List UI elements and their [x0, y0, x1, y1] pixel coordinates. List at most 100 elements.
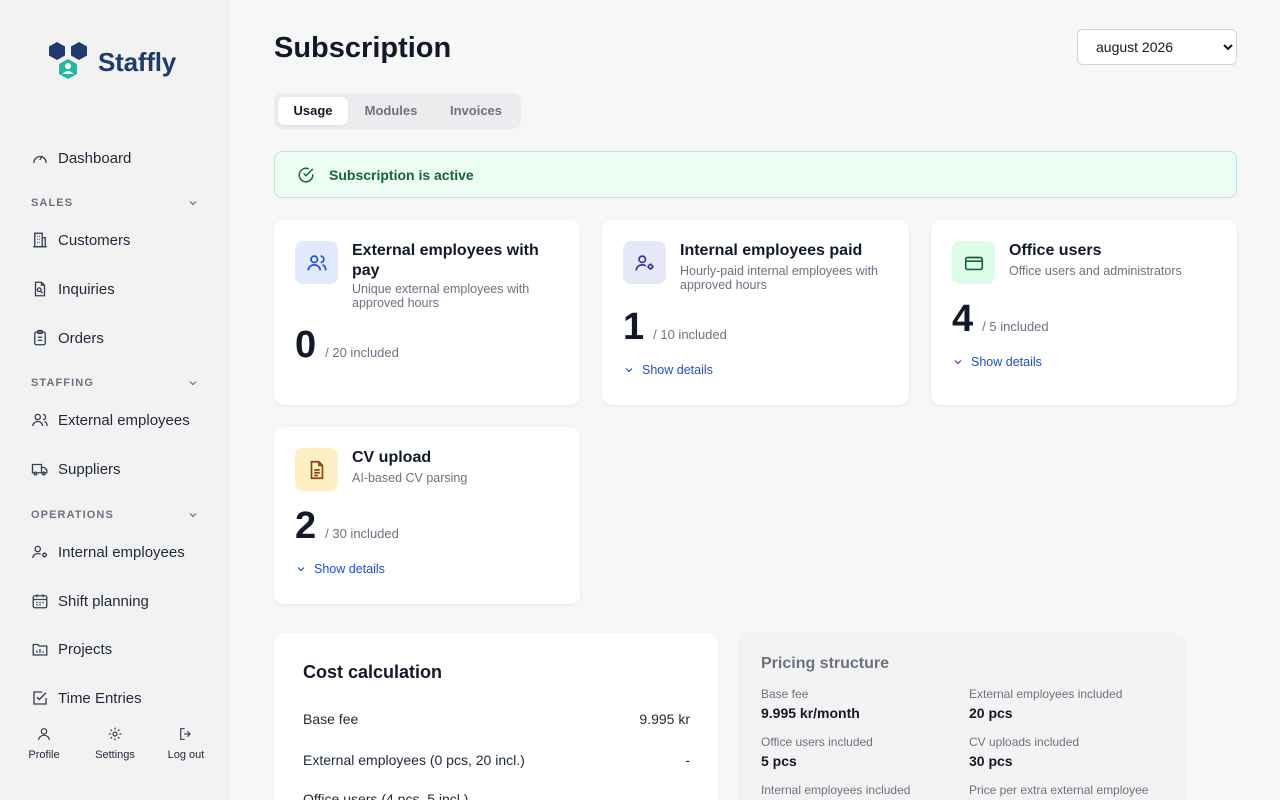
sidebar-item-label: Projects — [58, 640, 113, 658]
usage-card-internal-employees: Internal employees paid Hourly-paid inte… — [602, 220, 909, 405]
building-icon — [31, 231, 49, 249]
sidebar-item-label: Time Entries — [58, 689, 142, 707]
usage-card-office-users: Office users Office users and administra… — [931, 220, 1237, 405]
logout-icon — [180, 728, 191, 740]
pricing-item-value: 9.995 kr/month — [761, 705, 860, 721]
app-name: Staffly — [98, 46, 177, 77]
section-label: STAFFING — [31, 377, 94, 389]
sidebar-item-label: Shift planning — [58, 592, 149, 610]
usage-included: / 20 included — [325, 345, 399, 360]
logout-button[interactable]: Log out — [151, 726, 221, 761]
credit-card-icon — [952, 241, 995, 284]
show-details-button[interactable]: Show details — [295, 562, 385, 576]
sidebar-item-orders[interactable]: Orders — [31, 326, 104, 350]
card-subtitle: Office users and administrators — [1009, 264, 1182, 278]
chevron-down-icon — [189, 381, 197, 386]
tab-invoices[interactable]: Invoices — [436, 97, 516, 125]
show-details-label: Show details — [314, 562, 385, 576]
usage-count: 4 — [952, 298, 974, 340]
pricing-item: External employees included 20 pcs — [969, 687, 1122, 721]
sidebar-item-label: Dashboard — [58, 149, 132, 167]
usage-included: / 10 included — [653, 327, 727, 342]
show-details-button[interactable]: Show details — [623, 363, 713, 377]
usage-value: 2 / 30 included — [295, 505, 399, 548]
pricing-item: Price per extra external employee — [969, 783, 1148, 800]
sidebar-item-inquiries[interactable]: Inquiries — [31, 277, 115, 301]
pricing-item-label: Base fee — [761, 687, 809, 701]
sidebar-item-label: Suppliers — [58, 460, 121, 478]
sidebar-item-label: Customers — [58, 231, 131, 249]
pricing-item-label: CV uploads included — [969, 735, 1080, 749]
sidebar-item-suppliers[interactable]: Suppliers — [31, 457, 121, 481]
pricing-item-value: 30 pcs — [969, 753, 1013, 769]
sidebar-item-external-employees[interactable]: External employees — [31, 408, 190, 432]
page-title: Subscription — [274, 32, 452, 64]
chevron-down-icon — [297, 567, 305, 572]
sidebar-item-dashboard[interactable]: Dashboard — [31, 146, 131, 170]
card-title: Office users — [1009, 242, 1102, 259]
app-logo[interactable]: Staffly — [46, 40, 176, 84]
pricing-item: Internal employees included — [761, 783, 910, 800]
section-label: SALES — [31, 197, 74, 209]
usage-card-external-employees: External employees with pay Unique exter… — [274, 220, 580, 405]
section-label: OPERATIONS — [31, 509, 114, 521]
tab-usage[interactable]: Usage — [278, 97, 348, 125]
calendar-icon — [31, 592, 49, 610]
card-title: External employees with pay — [352, 242, 539, 279]
cost-row-label: External employees (0 pcs, 20 incl.) — [303, 752, 525, 768]
sidebar-item-projects[interactable]: Projects — [31, 637, 112, 661]
card-subtitle: Unique external employees with approved … — [352, 282, 530, 310]
gauge-icon — [31, 149, 49, 167]
pricing-item-label: Internal employees included — [761, 783, 911, 797]
sidebar-item-shift-planning[interactable]: Shift planning — [31, 589, 149, 613]
section-toggle-operations[interactable]: OPERATIONS — [31, 509, 199, 521]
chevron-down-icon — [189, 201, 197, 206]
subscription-status-alert: Subscription is active — [274, 151, 1237, 198]
user-icon — [38, 728, 50, 741]
pricing-item: Office users included 5 pcs — [761, 735, 873, 769]
profile-label: Profile — [28, 749, 60, 761]
pricing-item-label: Office users included — [761, 735, 873, 749]
section-toggle-staffing[interactable]: STAFFING — [31, 377, 199, 389]
pricing-item-label: Price per extra external employee — [969, 783, 1149, 797]
card-subtitle: Hourly-paid internal employees with appr… — [680, 264, 879, 292]
usage-value: 0 / 20 included — [295, 324, 399, 367]
sidebar-item-internal-employees[interactable]: Internal employees — [31, 540, 185, 564]
gear-icon — [108, 727, 122, 741]
users-icon — [295, 241, 338, 284]
chevron-down-icon — [625, 368, 633, 373]
usage-count: 0 — [295, 324, 317, 366]
pricing-item: Base fee 9.995 kr/month — [761, 687, 860, 721]
cost-title: Cost calculation — [303, 662, 443, 682]
show-details-label: Show details — [642, 363, 713, 377]
section-toggle-sales[interactable]: SALES — [31, 197, 199, 209]
settings-button[interactable]: Settings — [80, 726, 150, 761]
show-details-button[interactable]: Show details — [952, 355, 1042, 369]
profile-button[interactable]: Profile — [9, 726, 79, 761]
chevron-down-icon — [189, 513, 197, 518]
card-title: CV upload — [352, 449, 432, 466]
card-title: Internal employees paid — [680, 242, 863, 259]
document-icon — [295, 448, 338, 491]
month-select[interactable]: august 2026 — [1077, 29, 1237, 65]
pricing-item-label: External employees included — [969, 687, 1123, 701]
usage-included: / 30 included — [325, 526, 399, 541]
folder-chart-icon — [31, 640, 49, 658]
sidebar-item-label: Orders — [58, 329, 104, 347]
clipboard-icon — [31, 329, 49, 347]
cost-row-value: 9.995 kr — [639, 711, 690, 727]
sidebar-item-label: External employees — [58, 411, 190, 429]
sidebar-item-label: Inquiries — [58, 280, 115, 298]
sidebar-item-time-entries[interactable]: Time Entries — [31, 686, 142, 710]
pricing-item-value: 5 pcs — [761, 753, 797, 769]
usage-value: 1 / 10 included — [623, 306, 727, 349]
chevron-down-icon — [954, 360, 962, 365]
tab-modules[interactable]: Modules — [354, 97, 428, 125]
settings-label: Settings — [95, 749, 135, 761]
usage-count: 2 — [295, 505, 317, 547]
usage-included: / 5 included — [982, 319, 1049, 334]
user-cog-icon — [623, 241, 666, 284]
sidebar-item-customers[interactable]: Customers — [31, 228, 131, 252]
truck-icon — [31, 460, 49, 478]
cost-row-label: Base fee — [303, 711, 359, 727]
